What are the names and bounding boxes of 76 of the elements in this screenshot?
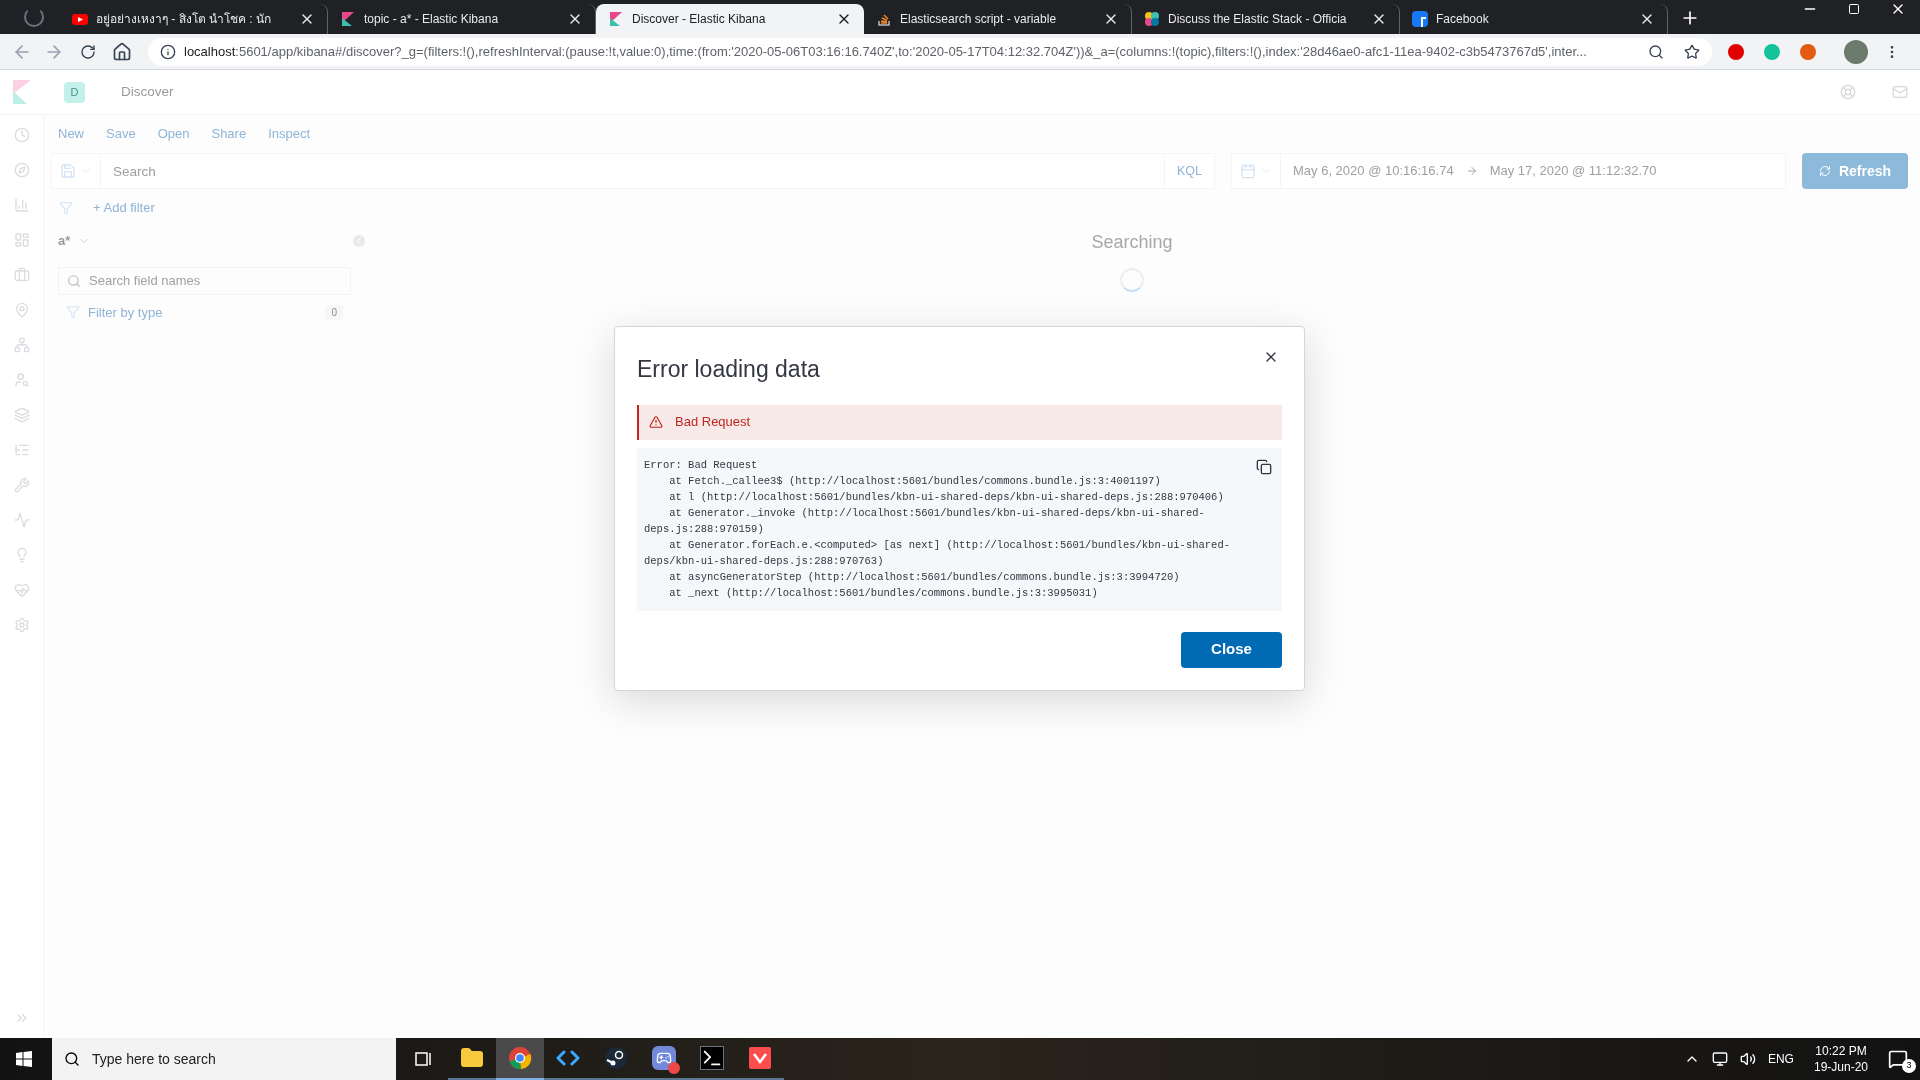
count-badge: 0 [325, 304, 343, 320]
taskbar-search-field[interactable]: Type here to search [52, 1038, 396, 1080]
arrow-right-icon [1465, 165, 1478, 177]
browser-icon [508, 1046, 532, 1070]
tab-title: Elasticsearch script - variable [900, 11, 1058, 28]
close-button[interactable]: Close [1181, 631, 1282, 668]
top-nav-link[interactable]: Save [106, 124, 136, 151]
kibana-logo-icon [608, 11, 624, 27]
network-icon[interactable] [1711, 1051, 1728, 1067]
clock-time[interactable]: 10:22 PM [1815, 1043, 1867, 1059]
stack-trace-line: at asyncGeneratorStep (http://localhost:5601/bundles/commons.bundle.js:3:3994720) [668, 569, 1181, 585]
app-icon [748, 1046, 772, 1070]
play-icon [72, 11, 88, 27]
bookmark-star-icon[interactable] [1684, 43, 1700, 60]
stack-icon [876, 11, 892, 27]
browser-tab[interactable]: Discover - Elastic Kibana [596, 4, 864, 34]
terminal-icon [700, 1046, 724, 1070]
stack-trace-line: at Generator._invoke (http://localhost:5601/bundles/kbn-ui-shared-deps/kbn-ui-shared-deps.js:288:970159) [644, 505, 1206, 537]
dialog-title: Error loading data [637, 355, 820, 384]
stack-trace-line: at _next (http://localhost:5601/bundles/commons.bundle.js:3:3995031) [668, 585, 1099, 601]
copy-icon[interactable] [1256, 458, 1272, 475]
tab-title: อยู่อย่างเหงาๆ - สิงโต นำโชค : นัก [96, 11, 272, 28]
search-icon [67, 273, 81, 288]
filter-by-type[interactable]: Filter by type [88, 302, 318, 322]
notification-count: 3 [1902, 1059, 1916, 1073]
url-text: localhost:5601/app/kibana#/discover?_g=(filters:!(),refreshInterval:(pause:!t,value:0),time:(from:'2020-05-06T03:16:16.740Z',to:'2020-05-17T04:12:32.704Z'))&_a=(columns:!(topic),filters:!(),index:'28d46ae0-afc1-11ea-9402-c3b5473767d5',inter... [184, 42, 1588, 61]
stack-trace-line: Error: Bad Request [644, 457, 759, 473]
kql-button[interactable]: KQL [1164, 153, 1215, 189]
field-search-input[interactable]: Search field names [89, 270, 342, 291]
home-icon[interactable] [112, 41, 132, 62]
tab-title: Discover - Elastic Kibana [632, 11, 767, 28]
loading-status: Searching [1091, 231, 1173, 254]
search-input[interactable]: Search [101, 153, 1164, 189]
avatar-icon[interactable] [1844, 39, 1868, 64]
task-view-icon [414, 1049, 434, 1069]
stack-trace-line: at Fetch._callee3$ (http://localhost:5601/bundles/commons.bundle.js:3:4001197) [668, 473, 1162, 489]
top-nav-link[interactable]: Open [157, 124, 190, 151]
space-avatar[interactable]: D [64, 81, 85, 103]
callout-title: Bad Request [675, 413, 751, 432]
stop-hand-icon[interactable] [1728, 43, 1744, 60]
language-indicator[interactable]: ENG [1767, 1050, 1794, 1068]
index-pattern[interactable]: a* [58, 231, 71, 251]
refresh-button[interactable]: Refresh [1802, 153, 1908, 189]
tab-title: Facebook [1436, 11, 1490, 28]
steam-icon [604, 1046, 628, 1070]
clock-date[interactable]: 19-Jun-20 [1813, 1059, 1868, 1075]
zoom-icon[interactable] [1648, 43, 1664, 60]
search-icon [64, 1051, 80, 1067]
reload-icon[interactable] [80, 43, 96, 60]
tab-title: Discuss the Elastic Stack - Officia [1168, 11, 1348, 28]
top-nav-link[interactable]: Share [211, 124, 247, 151]
stack-trace-line: at Generator.forEach.e.<computed> [as next] (http://localhost:5601/bundles/kbn-ui-shared-deps/kbn-ui-shared-deps.js:288:970763) [644, 537, 1231, 569]
add-filter-link[interactable]: + Add filter [93, 198, 155, 218]
kibana-logo-icon [340, 11, 356, 27]
start-date[interactable]: May 6, 2020 @ 10:16:16.74 [1281, 161, 1466, 181]
facebook-icon [1412, 11, 1428, 27]
notifications-icon[interactable] [1888, 1049, 1908, 1069]
end-date[interactable]: May 17, 2020 @ 11:12:32.70 [1477, 161, 1669, 181]
play-icon[interactable] [1800, 43, 1816, 60]
field-search[interactable]: Search field names [58, 266, 351, 295]
loading-spinner-icon [1120, 268, 1144, 292]
info-icon [160, 43, 176, 60]
breadcrumb[interactable]: Discover [121, 81, 174, 103]
tab-title: topic - a* - Elastic Kibana [364, 11, 500, 28]
volume-icon[interactable] [1739, 1051, 1756, 1067]
windows-logo-icon[interactable] [16, 1051, 32, 1067]
address-field[interactable] [148, 37, 1712, 66]
taskbar-search-input[interactable]: Type here to search [92, 1048, 384, 1070]
refresh-icon [1818, 165, 1831, 177]
elastic-logo-icon [1144, 11, 1160, 27]
stack-trace-line: at l (http://localhost:5601/bundles/kbn-ui-shared-deps/kbn-ui-shared-deps.js:288:970406) [668, 489, 1225, 505]
top-nav-link[interactable]: New [58, 124, 84, 151]
folder-icon [460, 1046, 484, 1070]
maximize-icon[interactable] [1848, 3, 1860, 15]
warning-icon [649, 415, 663, 429]
top-nav-link[interactable]: Inspect [268, 124, 311, 151]
